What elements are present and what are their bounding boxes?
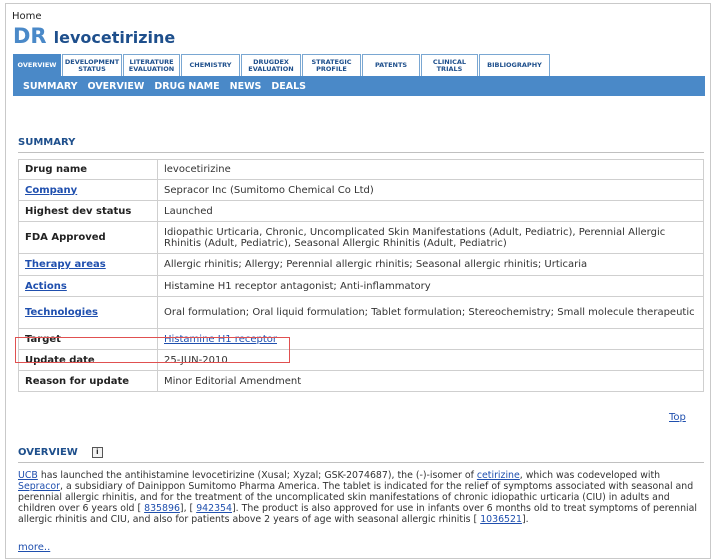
row-label: FDA Approved: [18, 221, 158, 254]
table-row: Therapy areas Allergic rhinitis; Allergy…: [18, 253, 704, 276]
more-link[interactable]: more..: [18, 542, 50, 553]
tab-chemistry[interactable]: CHEMISTRY: [181, 54, 240, 76]
actions-link[interactable]: Actions: [25, 281, 67, 292]
table-row: FDA Approved Idiopathic Urticaria, Chron…: [18, 221, 704, 254]
title-prefix: DR: [13, 24, 47, 48]
row-label: Update date: [18, 349, 158, 371]
tab-clinical-trials[interactable]: CLINICAL TRIALS: [421, 54, 478, 76]
subnav-summary[interactable]: SUMMARY: [23, 81, 78, 92]
row-value: Allergic rhinitis; Allergy; Perennial al…: [157, 253, 704, 276]
company-link[interactable]: Company: [25, 185, 77, 196]
row-value: levocetirizine: [157, 159, 704, 180]
table-row: Company Sepracor Inc (Sumitomo Chemical …: [18, 179, 704, 201]
row-value: Launched: [157, 200, 704, 222]
row-value: Oral formulation; Oral liquid formulatio…: [157, 296, 704, 329]
overview-heading: OVERVIEW i: [18, 447, 103, 458]
page-title: DR levocetirizine: [13, 24, 175, 48]
tab-strategic-profile[interactable]: STRATEGIC PROFILE: [302, 54, 361, 76]
summary-divider: [18, 152, 704, 153]
summary-table: Drug name levocetirizine Company Sepraco…: [18, 159, 704, 392]
row-value: Minor Editorial Amendment: [157, 370, 704, 392]
sub-navigation: SUMMARY OVERVIEW DRUG NAME NEWS DEALS: [13, 76, 705, 96]
tab-bibliography[interactable]: BIBLIOGRAPHY: [479, 54, 550, 76]
technologies-link[interactable]: Technologies: [25, 307, 98, 318]
therapy-areas-link[interactable]: Therapy areas: [25, 259, 106, 270]
ref-942354-link[interactable]: 942354: [196, 503, 232, 514]
row-label: Drug name: [18, 159, 158, 180]
overview-divider: [18, 462, 704, 463]
table-row: Update date 25-JUN-2010: [18, 349, 704, 371]
subnav-news[interactable]: NEWS: [230, 81, 262, 92]
summary-heading: SUMMARY: [18, 137, 76, 148]
breadcrumb[interactable]: Home: [12, 11, 42, 22]
ucb-link[interactable]: UCB: [18, 470, 38, 481]
subnav-drug-name[interactable]: DRUG NAME: [154, 81, 219, 92]
row-label: Target: [18, 328, 158, 350]
row-value: Idiopathic Urticaria, Chronic, Uncomplic…: [157, 221, 704, 254]
ref-835896-link[interactable]: 835896: [144, 503, 180, 514]
top-link[interactable]: Top: [669, 412, 686, 423]
target-link[interactable]: Histamine H1 receptor: [164, 334, 277, 345]
table-row: Reason for update Minor Editorial Amendm…: [18, 370, 704, 392]
overview-heading-text: OVERVIEW: [18, 447, 78, 458]
row-value: Sepracor Inc (Sumitomo Chemical Co Ltd): [157, 179, 704, 201]
row-value: 25-JUN-2010: [157, 349, 704, 371]
tab-patents[interactable]: PATENTS: [362, 54, 420, 76]
tab-bar: OVERVIEW DEVELOPMENT STATUS LITERATURE EVA…: [13, 54, 551, 76]
cetirizine-link[interactable]: cetirizine: [477, 470, 520, 481]
ref-1036521-link[interactable]: 1036521: [480, 514, 522, 525]
table-row: Highest dev status Launched: [18, 200, 704, 222]
info-icon[interactable]: i: [91, 447, 103, 458]
title-drug-name: levocetirizine: [53, 28, 176, 47]
table-row: Drug name levocetirizine: [18, 159, 704, 180]
sepracor-link[interactable]: Sepracor: [18, 481, 60, 492]
table-row: Technologies Oral formulation; Oral liqu…: [18, 296, 704, 329]
subnav-deals[interactable]: DEALS: [271, 81, 306, 92]
tab-literature-evaluation[interactable]: LITERATURE EVALUATION: [123, 54, 180, 76]
row-value: Histamine H1 receptor antagonist; Anti-i…: [157, 275, 704, 297]
table-row: Actions Histamine H1 receptor antagonist…: [18, 275, 704, 297]
tab-overview[interactable]: OVERVIEW: [13, 54, 61, 76]
subnav-overview[interactable]: OVERVIEW: [88, 81, 145, 92]
tab-drugdex-evaluation[interactable]: DRUGDEX EVALUATION: [241, 54, 301, 76]
row-label: Highest dev status: [18, 200, 158, 222]
table-row: Target Histamine H1 receptor: [18, 328, 704, 350]
tab-development-status[interactable]: DEVELOPMENT STATUS: [62, 54, 122, 76]
overview-paragraph: UCB has launched the antihistamine levoc…: [18, 470, 697, 525]
row-label: Reason for update: [18, 370, 158, 392]
